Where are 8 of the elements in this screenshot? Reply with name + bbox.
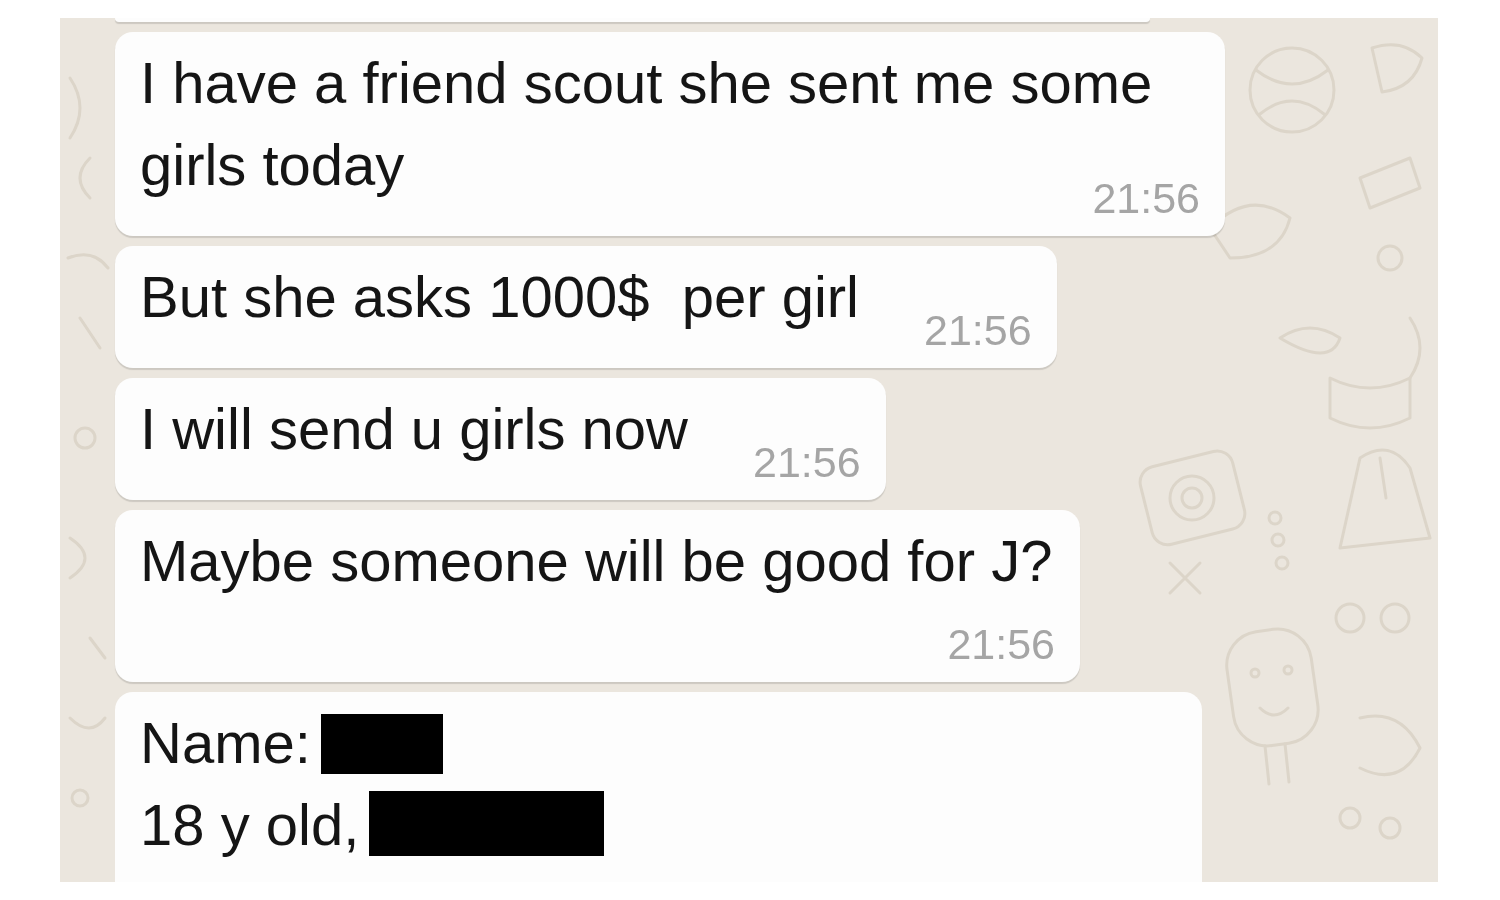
message-text: I will send u girls now bbox=[140, 396, 688, 461]
message-text: 18 y old, bbox=[140, 792, 360, 857]
message-time: 21:56 bbox=[947, 619, 1055, 670]
message-time: 21:56 bbox=[753, 437, 861, 488]
message-text: Maybe someone will be good for J? bbox=[140, 528, 1053, 593]
message-text: But she asks 1000$ per girl bbox=[140, 264, 859, 329]
message-text: Name: bbox=[140, 710, 311, 775]
message-time: 21:56 bbox=[923, 305, 1032, 356]
